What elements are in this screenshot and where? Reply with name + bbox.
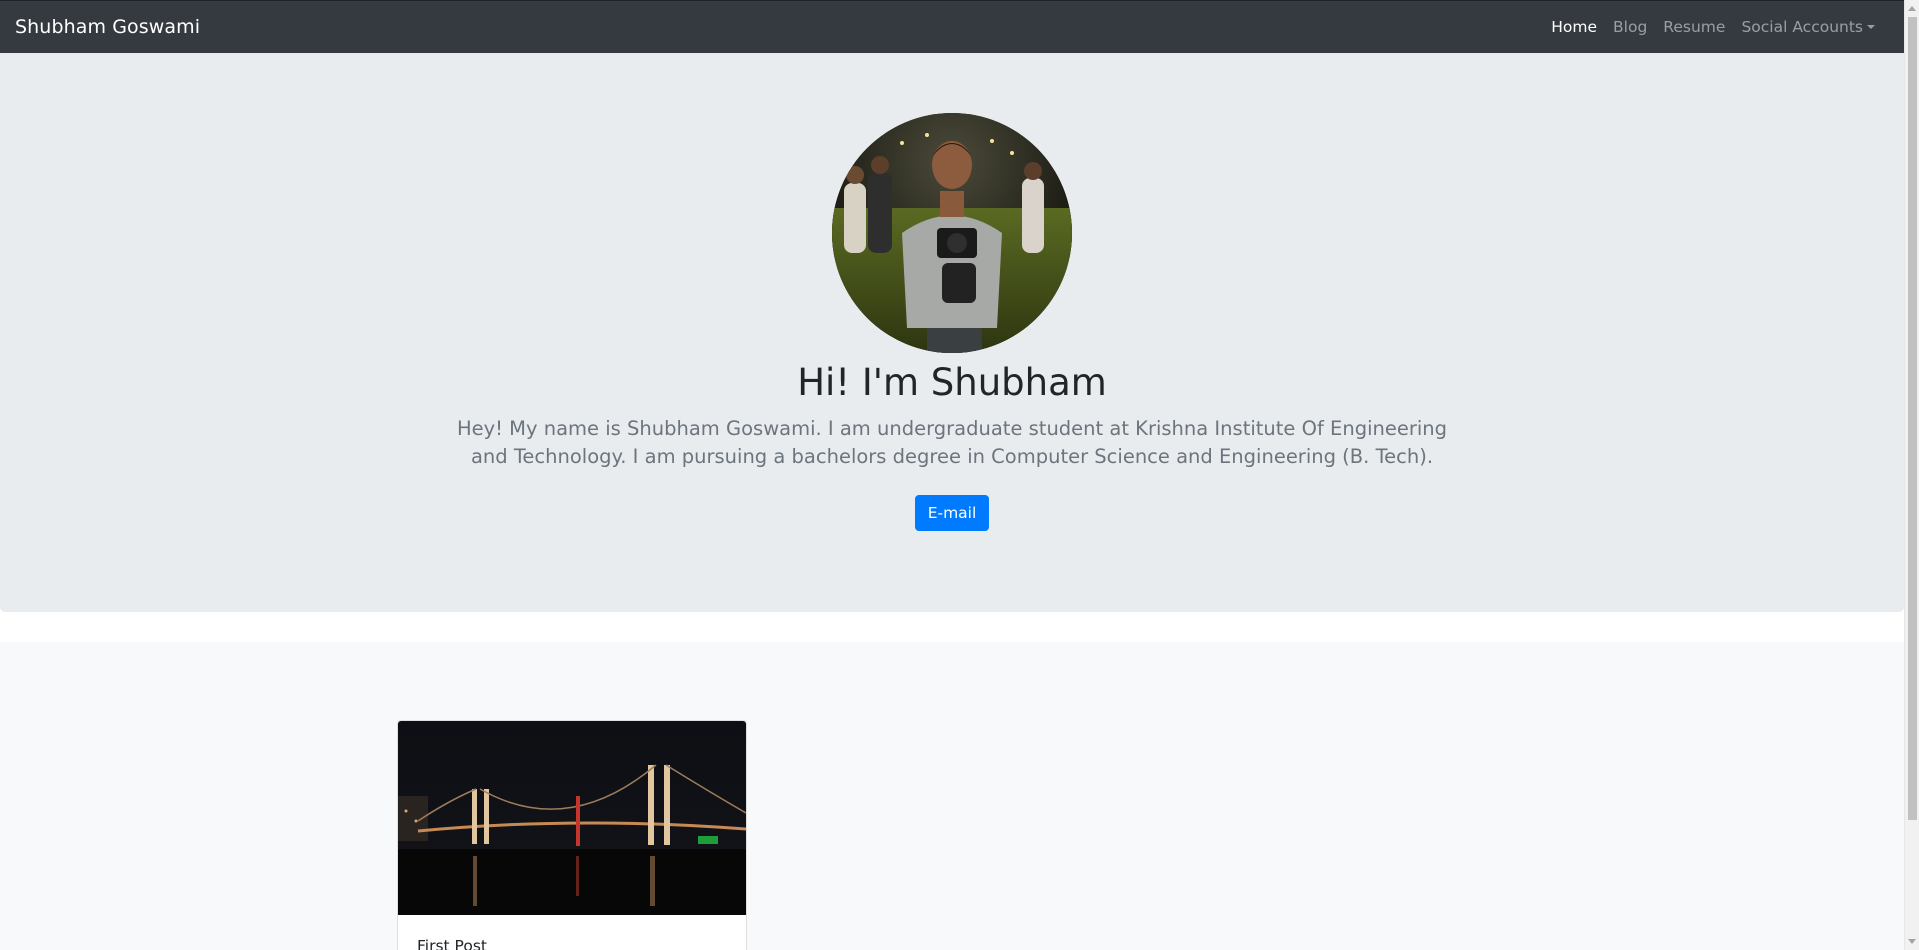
post-title[interactable]: First Post: [417, 937, 487, 950]
top-navbar: Shubham Goswami Home Blog Resume Social …: [0, 0, 1904, 53]
nav-dropdown-social-accounts[interactable]: Social Accounts: [1733, 18, 1883, 36]
scroll-down-arrow-icon[interactable]: [1908, 939, 1916, 944]
vertical-scrollbar[interactable]: [1904, 0, 1919, 950]
profile-photo-image: [832, 113, 1072, 353]
posts-section: First Post: [0, 642, 1904, 950]
nav-dropdown-label: Social Accounts: [1741, 18, 1863, 36]
hero-jumbotron: Hi! I'm Shubham Hey! My name is Shubham …: [0, 53, 1904, 612]
page: Shubham Goswami Home Blog Resume Social …: [0, 0, 1919, 950]
email-button[interactable]: E-mail: [915, 495, 989, 531]
scroll-up-arrow-icon[interactable]: [1908, 6, 1916, 11]
scrollbar-thumb[interactable]: [1908, 17, 1917, 820]
brand-link[interactable]: Shubham Goswami: [15, 16, 200, 38]
caret-down-icon: [1867, 25, 1875, 29]
post-image: [398, 721, 746, 915]
nav-links: Home Blog Resume Social Accounts: [1543, 18, 1883, 36]
nav-link-home[interactable]: Home: [1543, 18, 1605, 36]
hero-heading: Hi! I'm Shubham: [797, 361, 1107, 404]
nav-link-resume[interactable]: Resume: [1655, 18, 1733, 36]
post-card[interactable]: First Post: [397, 720, 747, 950]
hero-description: Hey! My name is Shubham Goswami. I am un…: [456, 417, 1448, 468]
nav-link-blog[interactable]: Blog: [1605, 18, 1655, 36]
profile-avatar: [832, 113, 1072, 353]
